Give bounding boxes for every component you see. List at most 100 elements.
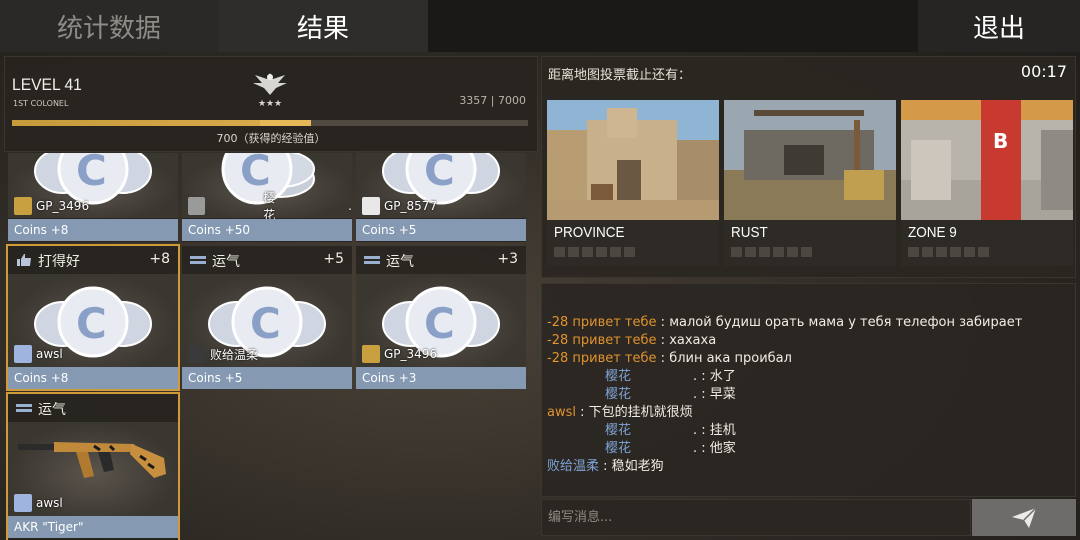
avatar	[14, 345, 32, 363]
map-preview: B	[901, 100, 1073, 220]
svg-text:C: C	[76, 153, 107, 195]
card-header-label: 运气	[212, 254, 240, 270]
exit-button[interactable]: 退出	[918, 0, 1080, 52]
map-name: ZONE 9	[908, 224, 957, 241]
card-header-value: +8	[149, 251, 170, 267]
reward-footer: Coins +50	[182, 219, 352, 241]
card-header-label: 运气	[386, 254, 414, 270]
thumbs-up-icon	[17, 254, 31, 266]
reward-footer: AKR "Tiger"	[8, 516, 178, 538]
rank-name: 1ST COLONEL	[13, 99, 69, 108]
vote-title: 距离地图投票截止还有：	[548, 68, 692, 83]
avatar	[188, 197, 206, 215]
card-header-label: 运气	[38, 402, 66, 418]
username: GP_8577	[384, 199, 438, 213]
vote-slots	[554, 247, 635, 257]
rust-map-image	[724, 100, 896, 220]
card-user: GP_3496	[14, 196, 89, 216]
reward-card[interactable]: 运气 +5 C 败给温柔 Coins +5	[182, 246, 352, 389]
username: 败给温柔	[210, 347, 259, 362]
map-name: PROVINCE	[554, 224, 625, 241]
username: GP_3496	[36, 199, 90, 213]
map-option-province[interactable]: PROVINCE	[547, 100, 719, 266]
chat-message: 樱花. : 水了	[605, 369, 736, 384]
avatar	[188, 345, 206, 363]
chat-message: -28 привет тебе : хахаха	[547, 333, 717, 348]
tab-results[interactable]: 结果	[218, 0, 428, 52]
send-button[interactable]	[972, 499, 1076, 536]
reward-card-selected[interactable]: 打得好 +8 C awsl Coins +8	[6, 244, 180, 391]
xp-gain-fill	[259, 120, 312, 126]
xp-gain-text: 700（获得的经验值）	[216, 132, 326, 145]
xp-progress-fill	[12, 120, 260, 126]
reward-footer: Coins +3	[356, 367, 526, 389]
chat-panel: -28 привет тебе : малой будиш орать мама…	[541, 283, 1076, 497]
level-title: LEVEL 41	[12, 75, 82, 94]
reward-card[interactable]: C GP_3496 Coins +8	[8, 153, 178, 242]
chat-log: -28 привет тебе : малой будиш орать мама…	[547, 314, 1072, 476]
reward-card[interactable]: 运气 +3 C GP_3496 Coins +3	[356, 246, 526, 389]
chat-message: 樱花. : 早菜	[605, 387, 736, 402]
reward-card[interactable]: C 樱花 . Coins +50	[182, 153, 352, 242]
svg-text:C: C	[424, 299, 455, 348]
xp-progress-bar	[12, 120, 528, 126]
chat-message: 樱花. : 挂机	[605, 423, 736, 438]
luck-icon	[364, 256, 380, 264]
card-user: GP_8577	[362, 196, 437, 216]
luck-icon	[190, 256, 206, 264]
svg-text:★: ★	[274, 99, 282, 109]
card-header-label: 打得好	[38, 254, 80, 270]
svg-text:B: B	[993, 129, 1008, 153]
card-header: 运气	[8, 394, 178, 422]
map-preview	[724, 100, 896, 220]
card-header: 运气 +3	[356, 246, 526, 274]
reward-footer: Coins +5	[356, 219, 526, 241]
avatar	[362, 345, 380, 363]
map-option-rust[interactable]: RUST	[724, 100, 896, 266]
province-map-image	[547, 100, 719, 220]
reward-card-selected[interactable]: 运气 awsl AKR "Tiger"	[6, 392, 180, 540]
rewards-grid: C GP_3496 Coins +8 C 樱花 . Coins +50 C GP…	[4, 153, 538, 540]
username: awsl	[36, 347, 63, 361]
username: awsl	[36, 496, 63, 510]
card-header-value: +5	[323, 251, 344, 267]
username: GP_3496	[384, 347, 438, 361]
level-panel: LEVEL 41 1ST COLONEL ★ ★ ★ 3357 | 7000 7…	[4, 56, 538, 152]
card-user: GP_3496	[362, 344, 437, 364]
map-preview	[547, 100, 719, 220]
reward-footer: Coins +5	[182, 367, 352, 389]
avatar	[14, 494, 32, 512]
map-vote-panel: 距离地图投票截止还有： 00:17 PROVINCE RUST B ZONE 9	[541, 56, 1076, 278]
vote-timer: 00:17	[1020, 62, 1067, 81]
card-header: 运气 +5	[182, 246, 352, 274]
reward-footer: Coins +8	[8, 219, 178, 241]
chat-message: 樱花. : 他家	[605, 441, 736, 456]
username: 樱花	[263, 191, 276, 222]
zone9-map-image: B	[901, 100, 1073, 220]
avatar	[14, 197, 32, 215]
svg-text:C: C	[250, 299, 281, 348]
card-user: 樱花 .	[188, 191, 352, 222]
avatar	[362, 197, 380, 215]
xp-counter: 3357 | 7000	[459, 94, 526, 107]
map-option-zone9[interactable]: B ZONE 9	[901, 100, 1073, 266]
tab-stats[interactable]: 统计数据	[0, 0, 218, 52]
reward-card[interactable]: C GP_8577 Coins +5	[356, 153, 526, 242]
card-header: 打得好 +8	[8, 246, 178, 274]
chat-input[interactable]: 编写消息...	[541, 499, 971, 536]
top-bar-spacer	[428, 0, 918, 52]
chat-message: -28 привет тебе : блин ака проибал	[547, 351, 792, 366]
card-user: 败给温柔	[188, 344, 258, 364]
username-suffix: .	[348, 199, 352, 213]
vote-slots	[908, 247, 989, 257]
card-user: awsl	[14, 344, 63, 364]
svg-text:★: ★	[266, 99, 274, 109]
svg-text:★: ★	[258, 99, 266, 109]
map-name: RUST	[731, 224, 768, 241]
paper-plane-icon	[1012, 506, 1037, 528]
eagle-stars-icon: ★ ★ ★	[253, 73, 287, 109]
svg-text:C: C	[76, 299, 107, 348]
reward-footer: Coins +8	[8, 367, 178, 389]
luck-icon	[16, 404, 32, 412]
top-bar: 统计数据 结果 退出	[0, 0, 1080, 52]
